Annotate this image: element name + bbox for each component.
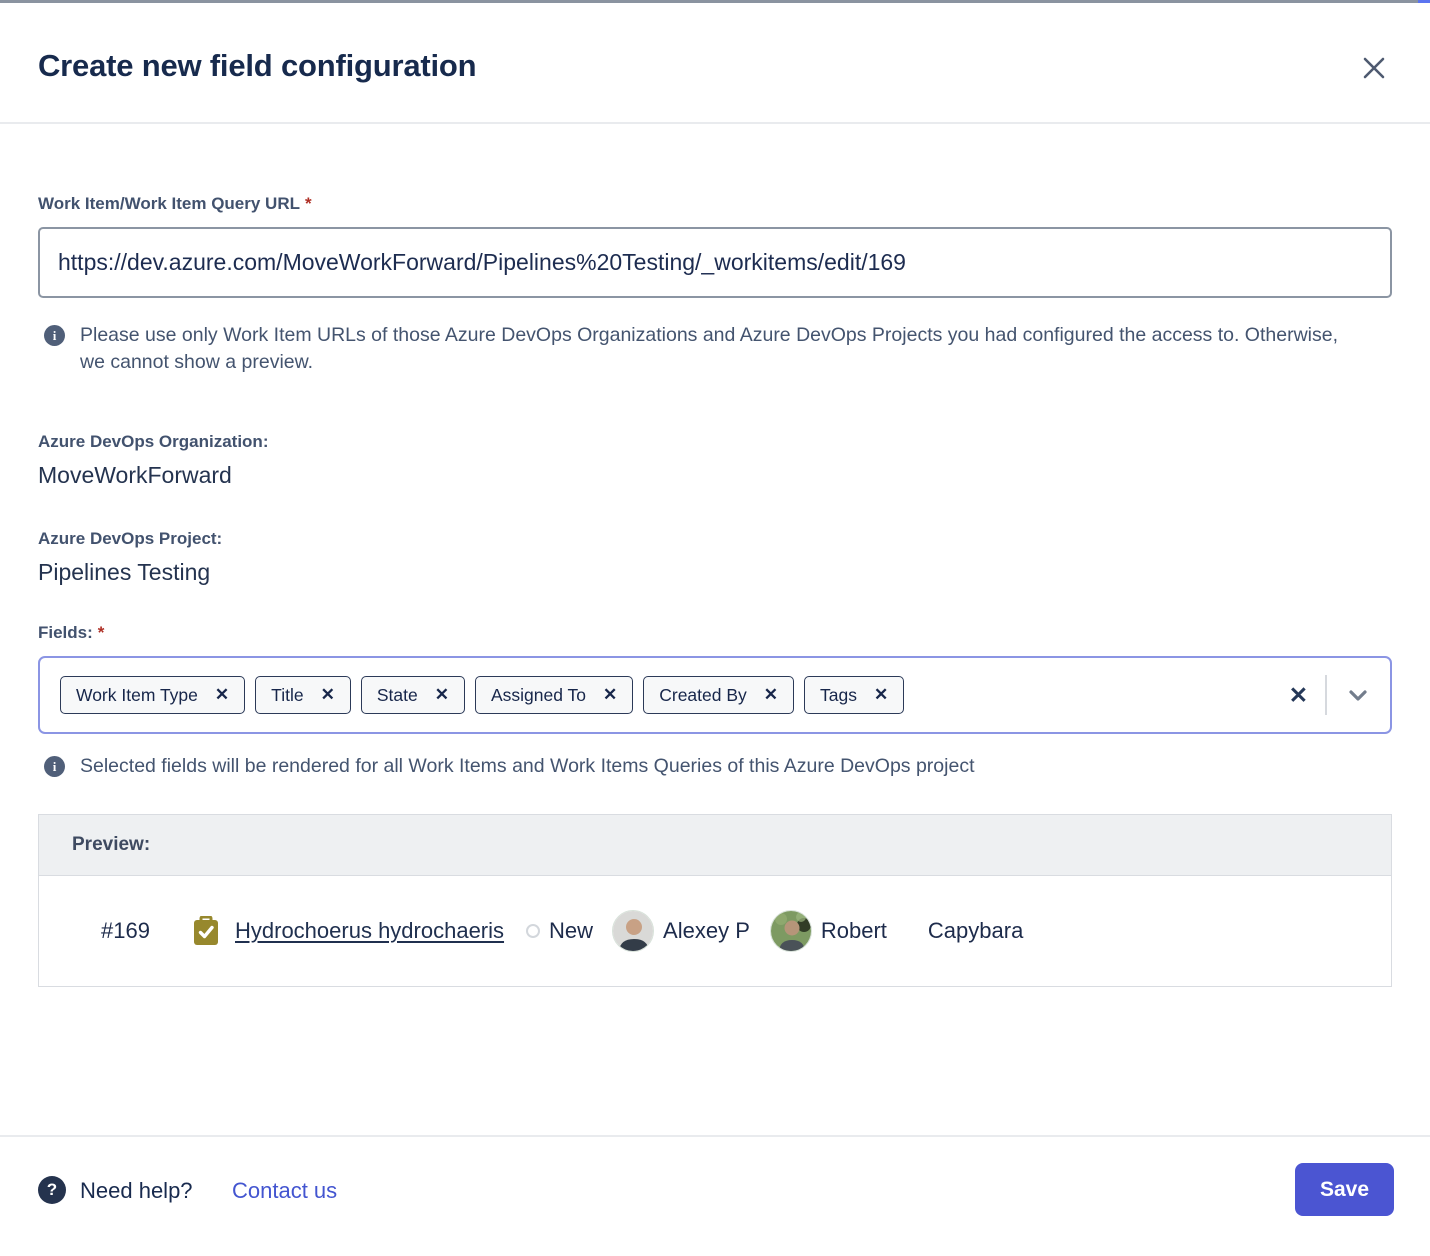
help-icon[interactable]: ?	[38, 1176, 66, 1204]
window-top-border-accent	[1418, 0, 1430, 3]
created-by-name: Robert	[821, 918, 887, 944]
field-chip[interactable]: Work Item Type ✕	[60, 676, 245, 714]
work-item-url-input[interactable]	[38, 227, 1392, 298]
info-icon: i	[44, 325, 65, 346]
project-label: Azure DevOps Project:	[38, 529, 222, 549]
page-title: Create new field configuration	[38, 48, 476, 84]
close-icon	[1358, 52, 1390, 84]
assigned-to-name: Alexey P	[663, 918, 750, 944]
chevron-down-icon[interactable]	[1344, 681, 1372, 709]
remove-field-icon[interactable]: ✕	[603, 685, 617, 705]
organization-value: MoveWorkForward	[38, 462, 232, 489]
field-chip[interactable]: Created By ✕	[643, 676, 794, 714]
footer-divider	[0, 1135, 1430, 1137]
fields-multiselect[interactable]: Work Item Type✕Title✕State✕Assigned To✕C…	[38, 656, 1392, 734]
created-by-avatar	[770, 910, 812, 952]
field-chip-label: Tags	[820, 685, 857, 706]
required-asterisk: *	[305, 194, 312, 213]
fields-label: Fields:*	[38, 623, 104, 643]
close-button[interactable]	[1350, 44, 1398, 92]
field-chip-label: State	[377, 685, 418, 706]
field-chip[interactable]: Tags ✕	[804, 676, 904, 714]
remove-field-icon[interactable]: ✕	[215, 685, 229, 705]
need-help-label: Need help?	[80, 1178, 193, 1204]
multiselect-divider	[1325, 675, 1327, 715]
field-chip-label: Created By	[659, 685, 747, 706]
fields-note-text: Selected fields will be rendered for all…	[80, 753, 975, 780]
header-divider	[0, 122, 1430, 124]
multiselect-controls: ✕	[1289, 675, 1372, 715]
field-chip[interactable]: Assigned To ✕	[475, 676, 633, 714]
work-item-state: New	[549, 918, 593, 944]
field-chip[interactable]: Title ✕	[255, 676, 351, 714]
fields-note: i Selected fields will be rendered for a…	[44, 753, 975, 780]
work-item-tags: Capybara	[928, 918, 1023, 944]
required-asterisk: *	[98, 623, 105, 642]
info-icon: i	[44, 756, 65, 777]
clear-all-icon[interactable]: ✕	[1289, 684, 1308, 707]
work-item-id: #169	[101, 918, 158, 944]
work-item-type-icon	[193, 916, 219, 946]
organization-label: Azure DevOps Organization:	[38, 432, 268, 452]
work-item-title-link[interactable]: Hydrochoerus hydrochaeris	[235, 918, 504, 944]
url-note: i Please use only Work Item URLs of thos…	[44, 322, 1365, 376]
selected-fields-list: Work Item Type✕Title✕State✕Assigned To✕C…	[60, 676, 1289, 714]
state-indicator-icon	[526, 924, 540, 938]
url-field-label: Work Item/Work Item Query URL*	[38, 194, 312, 214]
remove-field-icon[interactable]: ✕	[874, 685, 888, 705]
preview-header-label: Preview:	[72, 834, 150, 856]
save-button[interactable]: Save	[1295, 1163, 1394, 1216]
field-chip-label: Work Item Type	[76, 685, 198, 706]
project-value: Pipelines Testing	[38, 559, 210, 586]
preview-work-item-row: #169 Hydrochoerus hydrochaeris New Alexe…	[39, 876, 1391, 986]
preview-panel: Preview: #169 Hydrochoerus hydrochaeris …	[38, 814, 1392, 987]
field-chip[interactable]: State ✕	[361, 676, 465, 714]
remove-field-icon[interactable]: ✕	[764, 685, 778, 705]
contact-us-link[interactable]: Contact us	[232, 1178, 337, 1204]
window-top-border	[0, 0, 1430, 3]
remove-field-icon[interactable]: ✕	[321, 685, 335, 705]
field-chip-label: Title	[271, 685, 303, 706]
remove-field-icon[interactable]: ✕	[435, 685, 449, 705]
field-chip-label: Assigned To	[491, 685, 586, 706]
assigned-to-avatar	[612, 910, 654, 952]
url-note-text: Please use only Work Item URLs of those …	[80, 322, 1365, 376]
preview-header: Preview:	[39, 815, 1391, 876]
